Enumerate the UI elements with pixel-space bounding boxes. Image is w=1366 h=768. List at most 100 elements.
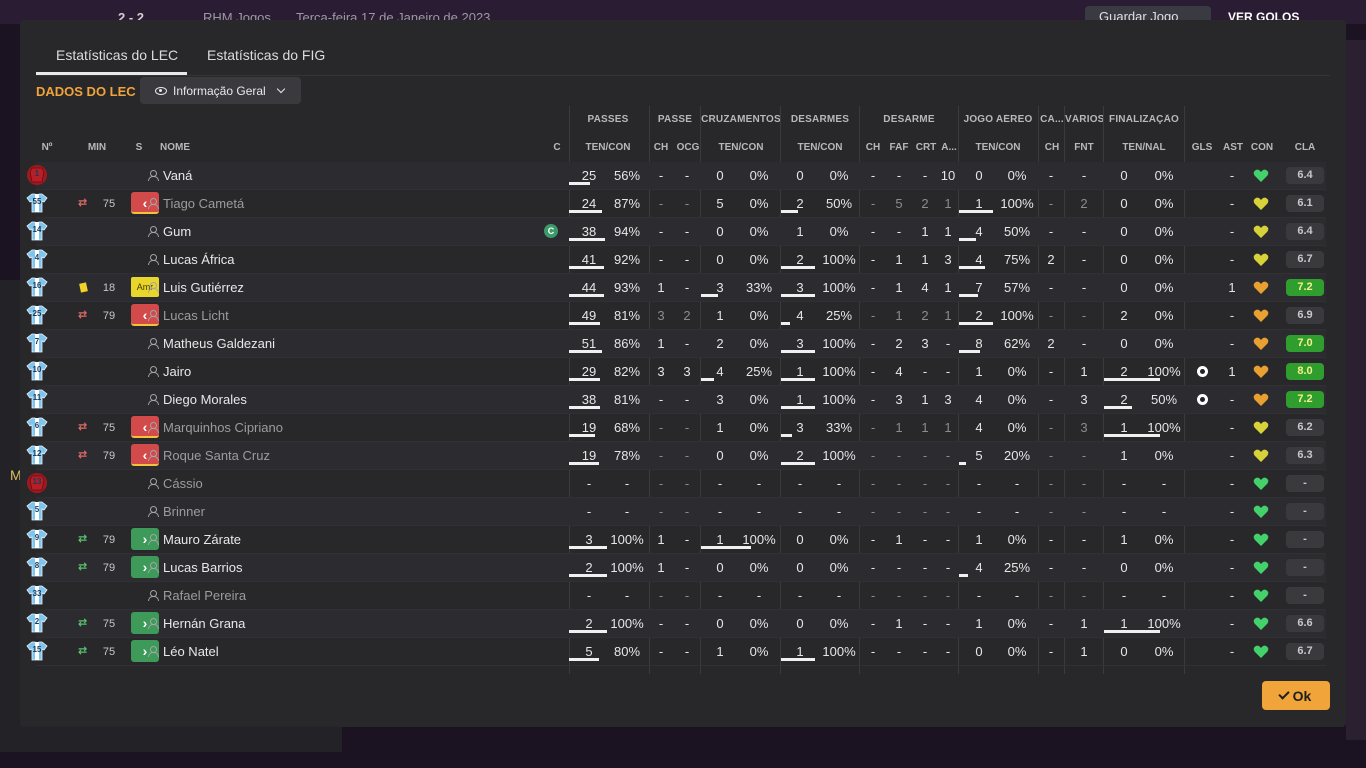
stat-value: - [1048, 476, 1054, 491]
heart-shape [1253, 505, 1269, 518]
stat-value: 19 [581, 448, 597, 463]
stat-value: 3 [716, 392, 724, 407]
swap-out-icon: ⇄ [78, 421, 88, 433]
player-icon [148, 170, 159, 181]
stat-value: - [896, 560, 902, 575]
aerial-bar [959, 350, 980, 353]
shirt-number: 6 [34, 421, 40, 430]
player-name[interactable]: Gum [163, 224, 191, 239]
group-header: CRUZAMENTOS [701, 114, 781, 125]
stat-value: - [922, 560, 928, 575]
player-name[interactable]: Matheus Galdezani [163, 336, 275, 351]
shirt-number: 11 [32, 393, 42, 402]
heart-shape [1253, 561, 1269, 574]
player-rating: - [1286, 503, 1324, 520]
player-icon [148, 226, 159, 237]
stat-value: - [922, 532, 928, 547]
morale-heart-icon [1253, 533, 1269, 547]
stat-value: 3 [585, 532, 593, 547]
player-name[interactable]: Diego Morales [163, 392, 247, 407]
morale-heart-icon [1253, 197, 1269, 211]
player-name[interactable]: Lucas Barrios [163, 560, 242, 575]
tab-fig-stats[interactable]: Estatísticas do FIG [207, 47, 325, 63]
stat-value: 1 [895, 532, 903, 547]
swap-in-icon: ⇄ [78, 561, 88, 573]
column-header: CH [1044, 142, 1060, 153]
stat-value: 100% [822, 448, 856, 463]
passes-bar [569, 630, 607, 633]
shirt-number: 2 [34, 617, 40, 626]
stat-value: - [1081, 280, 1087, 295]
player-name[interactable]: Brinner [163, 504, 205, 519]
player-icon [148, 450, 159, 461]
stat-value: 33% [745, 280, 773, 295]
stat-value: 0% [749, 616, 769, 631]
stat-value: 0% [1007, 532, 1027, 547]
player-name[interactable]: Tiago Cametá [163, 196, 244, 211]
morale-heart-icon [1253, 421, 1269, 435]
swap-out-icon: ⇄ [78, 197, 88, 209]
stat-value: - [658, 448, 664, 463]
tab-lec-stats[interactable]: Estatísticas do LEC [56, 47, 178, 63]
heart-shape [1253, 365, 1269, 378]
player-name[interactable]: Lucas Licht [163, 308, 229, 323]
stat-value: 0% [1007, 644, 1027, 659]
stat-value: - [684, 252, 690, 267]
player-name[interactable]: Lucas África [163, 252, 235, 267]
stat-value: - [1121, 476, 1127, 491]
ok-button[interactable]: Ok [1262, 681, 1330, 710]
stat-value: 5 [585, 644, 593, 659]
player-name[interactable]: Roque Santa Cruz [163, 448, 270, 463]
stat-value: 0% [1007, 364, 1027, 379]
stat-value: - [586, 476, 592, 491]
stat-value: - [684, 616, 690, 631]
stat-value: - [684, 196, 690, 211]
player-name[interactable]: Vaná [163, 168, 192, 183]
passes-bar [569, 266, 604, 269]
passes-bar [569, 322, 600, 325]
player-name[interactable]: Jairo [163, 364, 191, 379]
stat-value: - [684, 224, 690, 239]
stat-value: 80% [613, 644, 641, 659]
stat-value: 1 [657, 560, 665, 575]
stat-value: - [1048, 448, 1054, 463]
stat-value: 4 [796, 308, 804, 323]
stat-value: - [1229, 196, 1235, 211]
stat-value: - [836, 588, 842, 603]
stat-value: - [1048, 224, 1054, 239]
morale-heart-icon [1253, 365, 1269, 379]
column-header: CRT [915, 142, 937, 153]
tackles-bar [781, 434, 792, 437]
stat-value: - [684, 392, 690, 407]
stat-value: 0 [716, 252, 724, 267]
stat-value: 68% [613, 420, 641, 435]
stat-value: - [1048, 560, 1054, 575]
player-name[interactable]: Mauro Zárate [163, 532, 241, 547]
view-dropdown[interactable]: Informação Geral [140, 77, 301, 104]
stat-value: 1 [944, 308, 952, 323]
stat-value: - [684, 280, 690, 295]
player-name[interactable]: Marquinhos Cipriano [163, 420, 283, 435]
stat-value: 1 [1228, 364, 1236, 379]
group-header: DESARME [883, 114, 935, 125]
stat-value: - [1229, 168, 1235, 183]
check-icon [1277, 688, 1290, 700]
stat-value: - [658, 644, 664, 659]
morale-heart-icon [1253, 281, 1269, 295]
stat-value: - [684, 168, 690, 183]
player-name[interactable]: Hernán Grana [163, 616, 245, 631]
stat-value: - [896, 504, 902, 519]
player-name[interactable]: Léo Natel [163, 644, 219, 659]
stat-value: 100% [822, 392, 856, 407]
stat-value: - [945, 336, 951, 351]
morale-heart-icon [1253, 393, 1269, 407]
stat-value: 75% [1003, 252, 1031, 267]
morale-heart-icon [1253, 225, 1269, 239]
player-name[interactable]: Rafael Pereira [163, 588, 246, 603]
stat-value: 1 [921, 252, 929, 267]
player-name[interactable]: Cássio [163, 476, 203, 491]
column-header: TEN/CON [975, 142, 1021, 153]
stat-value: - [586, 504, 592, 519]
player-icon [148, 282, 159, 293]
player-name[interactable]: Luis Gutiérrez [163, 280, 244, 295]
